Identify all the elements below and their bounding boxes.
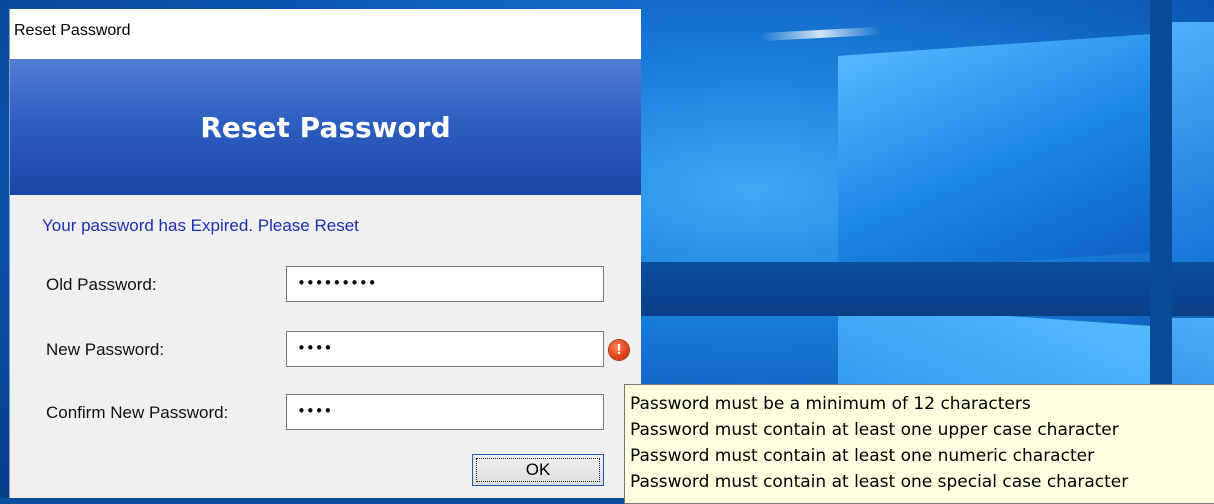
- confirm-password-label: Confirm New Password:: [46, 403, 229, 422]
- window-title: Reset Password: [14, 22, 131, 39]
- new-password-label: New Password:: [46, 340, 165, 359]
- old-password-label: Old Password:: [46, 275, 157, 294]
- ok-button[interactable]: OK: [472, 454, 604, 486]
- tooltip-line: Password must contain at least one speci…: [630, 472, 1129, 492]
- confirm-password-input[interactable]: ••••: [286, 394, 604, 430]
- tooltip-line: Password must contain at least one numer…: [630, 446, 1095, 466]
- banner-heading: Reset Password: [200, 111, 451, 144]
- tooltip-line: Password must be a minimum of 12 charact…: [630, 394, 1031, 414]
- expired-message: Your password has Expired. Please Reset: [42, 216, 359, 235]
- old-password-input[interactable]: •••••••••: [286, 266, 604, 302]
- wallpaper-beam: [640, 262, 1214, 316]
- wallpaper-glow: [759, 26, 881, 42]
- password-requirements-tooltip: Password must be a minimum of 12 charact…: [624, 384, 1214, 504]
- header-banner: Reset Password: [10, 59, 641, 195]
- wallpaper-pane: [1172, 22, 1214, 267]
- error-icon[interactable]: !: [609, 340, 629, 360]
- focus-rectangle: [476, 458, 600, 482]
- title-bar[interactable]: Reset Password: [10, 9, 641, 59]
- new-password-input[interactable]: ••••: [286, 331, 604, 367]
- wallpaper-pane: [838, 34, 1150, 274]
- reset-password-dialog: Reset Password Reset Password Your passw…: [9, 9, 641, 498]
- tooltip-line: Password must contain at least one upper…: [630, 420, 1119, 440]
